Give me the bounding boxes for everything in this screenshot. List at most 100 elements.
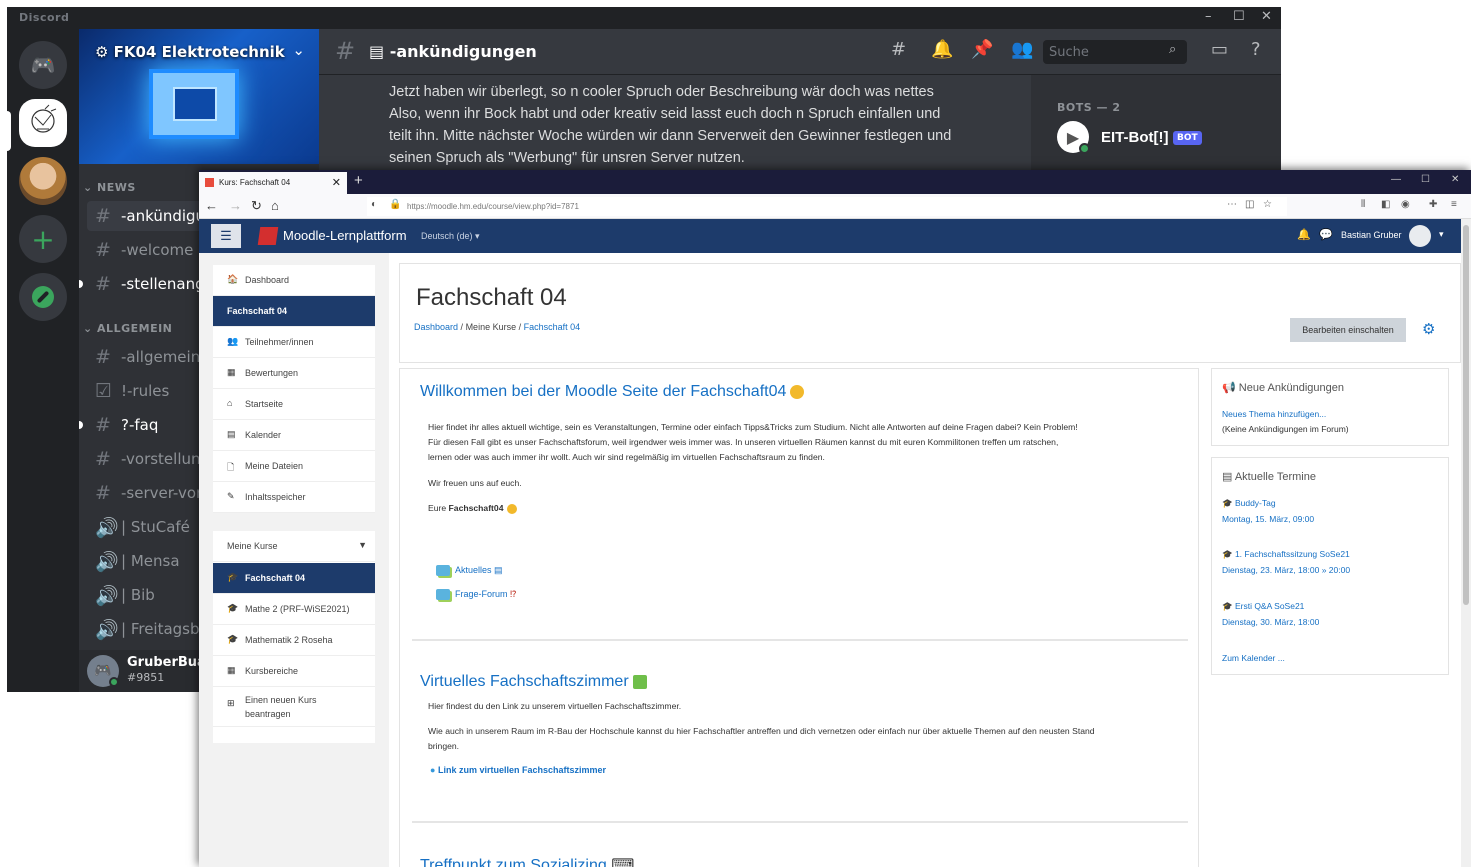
drawer-item-icon: ▦: [227, 367, 236, 377]
drawer-item[interactable]: 🎓 Mathematik 2 Roseha: [213, 625, 375, 656]
help-icon[interactable]: ?: [1251, 39, 1261, 60]
add-topic-link[interactable]: Neues Thema hinzufügen...: [1222, 409, 1326, 419]
event-link[interactable]: 🎓 Buddy-Tag: [1222, 498, 1276, 509]
drawer-mycourses-header[interactable]: Meine Kurse ▼: [213, 531, 375, 563]
library-icon[interactable]: ⫴: [1361, 199, 1365, 210]
threads-icon[interactable]: #: [891, 39, 906, 60]
drawer-item[interactable]: 🏠 Dashboard: [213, 265, 375, 296]
member-name[interactable]: EIT-Bot[!]: [1101, 129, 1168, 146]
maximize-icon[interactable]: ☐: [1421, 174, 1430, 185]
message-line: teilt ihn. Mitte nächster Woche würden w…: [389, 128, 952, 144]
drawer-item[interactable]: ⌂ Startseite: [213, 389, 375, 420]
channel-title: ▤ -ankündigungen: [369, 42, 537, 61]
close-icon[interactable]: ✕: [1451, 174, 1459, 185]
forum-icon: [436, 565, 450, 577]
bookmark-star-icon[interactable]: ☆: [1263, 199, 1272, 210]
messages-icon[interactable]: 💬: [1319, 228, 1333, 241]
edit-mode-button[interactable]: Bearbeiten einschalten: [1290, 318, 1406, 342]
page-title: Fachschaft 04: [416, 284, 567, 311]
forum-link-aktuelles[interactable]: Aktuelles ▤: [436, 565, 503, 577]
my-courses-label[interactable]: Meine Kurse ▼: [213, 531, 375, 562]
hash-icon: #: [95, 205, 111, 227]
language-select[interactable]: Deutsch (de) ▾: [421, 231, 480, 242]
drawer-item[interactable]: 🎓 Mathe 2 (PRF-WiSE2021): [213, 594, 375, 625]
minimize-icon[interactable]: —: [1391, 174, 1401, 185]
account-icon[interactable]: ◉: [1401, 199, 1410, 210]
server-icon-fk04[interactable]: [19, 99, 67, 147]
event-link[interactable]: 🎓 1. Fachschaftssitzung SoSe21: [1222, 549, 1350, 560]
breadcrumb-course[interactable]: Fachschaft 04: [524, 322, 581, 332]
favicon-icon: [205, 178, 214, 187]
forward-icon[interactable]: →: [229, 198, 242, 213]
back-icon[interactable]: ←: [205, 198, 218, 213]
url-input[interactable]: [367, 197, 1287, 216]
user-menu-name[interactable]: Bastian Gruber: [1341, 230, 1402, 240]
pin-icon[interactable]: 📌: [971, 39, 993, 60]
calendar-link[interactable]: Zum Kalender ...: [1222, 653, 1285, 663]
shield-icon[interactable]: ◐: [371, 199, 377, 210]
event-date[interactable]: Dienstag, 23. März, 18:00 » 20:00: [1222, 565, 1350, 575]
event-date[interactable]: Montag, 15. März, 09:00: [1222, 514, 1314, 524]
pocket-icon[interactable]: ◫: [1245, 199, 1254, 210]
hash-icon: #: [95, 239, 111, 261]
reload-icon[interactable]: ↻: [251, 198, 262, 214]
sidebar-icon[interactable]: ◧: [1381, 199, 1390, 210]
server-icon-avatar[interactable]: [19, 157, 67, 205]
drawer-item[interactable]: 🎓 Fachschaft 04: [213, 563, 375, 594]
event-date[interactable]: Dienstag, 30. März, 18:00: [1222, 617, 1319, 627]
menu-icon[interactable]: ≡: [1451, 199, 1457, 210]
hamburger-menu-icon[interactable]: ☰: [211, 224, 241, 248]
caret-down-icon[interactable]: ▼: [358, 540, 367, 550]
search-input[interactable]: [1043, 40, 1187, 64]
channel-category[interactable]: ⌄ ALLGEMEIN: [83, 322, 172, 335]
drawer-item[interactable]: ⊞ Einen neuen Kurs beantragen: [213, 687, 375, 727]
avatar[interactable]: [1409, 225, 1431, 247]
browser-tab[interactable]: Kurs: Fachschaft 04 ✕: [199, 172, 347, 194]
forum-link-frage-forum[interactable]: Frage-Forum ⁉: [436, 589, 517, 601]
scrollbar-thumb[interactable]: [1463, 225, 1469, 605]
chevron-down-icon[interactable]: ⌄: [292, 41, 305, 59]
event-link[interactable]: 🎓 Ersti Q&A SoSe21: [1222, 601, 1304, 612]
chevron-down-icon[interactable]: ▾: [1439, 229, 1444, 240]
minimize-icon[interactable]: –: [1205, 9, 1212, 24]
new-tab-icon[interactable]: +: [354, 172, 363, 189]
speaker-icon: 🔊: [95, 516, 119, 539]
close-tab-icon[interactable]: ✕: [332, 176, 341, 189]
section-title-socializing[interactable]: Treffpunkt zum Sozializing ⌨: [420, 855, 634, 867]
explore-servers-button[interactable]: [19, 273, 67, 321]
breadcrumb-dashboard[interactable]: Dashboard: [414, 322, 458, 332]
lock-icon: 🔒: [389, 199, 402, 210]
drawer-item[interactable]: ▤ Kalender: [213, 420, 375, 451]
drawer-item[interactable]: ▦ Bewertungen: [213, 358, 375, 389]
channel-category[interactable]: ⌄ NEWS: [83, 181, 136, 194]
drawer-item-icon: 🎓: [227, 572, 239, 582]
drawer-item-label: Startseite: [245, 399, 284, 409]
home-icon[interactable]: ⌂: [271, 198, 279, 213]
discord-titlebar: Discord – ☐ ✕: [7, 7, 1281, 29]
notifications-bell-icon[interactable]: 🔔: [1297, 228, 1311, 241]
scrollbar[interactable]: [1461, 219, 1471, 867]
section-title-welcome[interactable]: Willkommen bei der Moodle Seite der Fach…: [420, 383, 805, 401]
section-title-virtual-room[interactable]: Virtuelles Fachschaftszimmer: [420, 673, 647, 691]
hash-icon: #: [95, 482, 111, 504]
inbox-icon[interactable]: ▭: [1211, 39, 1228, 60]
server-banner[interactable]: ⚙ FK04 Elektrotechnik ⌄: [79, 29, 319, 164]
more-icon[interactable]: ⋯: [1227, 199, 1237, 210]
members-icon[interactable]: 👥: [1011, 39, 1033, 60]
drawer-item[interactable]: ▦ Kursbereiche: [213, 656, 375, 687]
drawer-item[interactable]: 🗋 Meine Dateien: [213, 451, 375, 482]
add-server-button[interactable]: +: [19, 215, 67, 263]
gear-icon[interactable]: ⚙: [1422, 320, 1435, 338]
drawer-item[interactable]: ✎ Inhaltsspeicher: [213, 482, 375, 513]
bell-icon[interactable]: 🔔: [931, 39, 953, 60]
drawer-item-label: Fachschaft 04: [227, 306, 288, 316]
drawer-item[interactable]: Fachschaft 04: [213, 296, 375, 327]
maximize-icon[interactable]: ☐: [1233, 9, 1245, 24]
virtual-room-link[interactable]: ● Link zum virtuellen Fachschaftszimmer: [430, 765, 606, 775]
drawer-item[interactable]: 👥 Teilnehmer/innen: [213, 327, 375, 358]
discord-home-button[interactable]: 🎮: [19, 41, 67, 89]
extensions-icon[interactable]: ✚: [1429, 199, 1437, 210]
greeting-text: Wir freuen uns auf euch.: [428, 478, 522, 488]
brand-name[interactable]: Moodle-Lernplattform: [283, 228, 407, 243]
close-icon[interactable]: ✕: [1261, 9, 1272, 24]
